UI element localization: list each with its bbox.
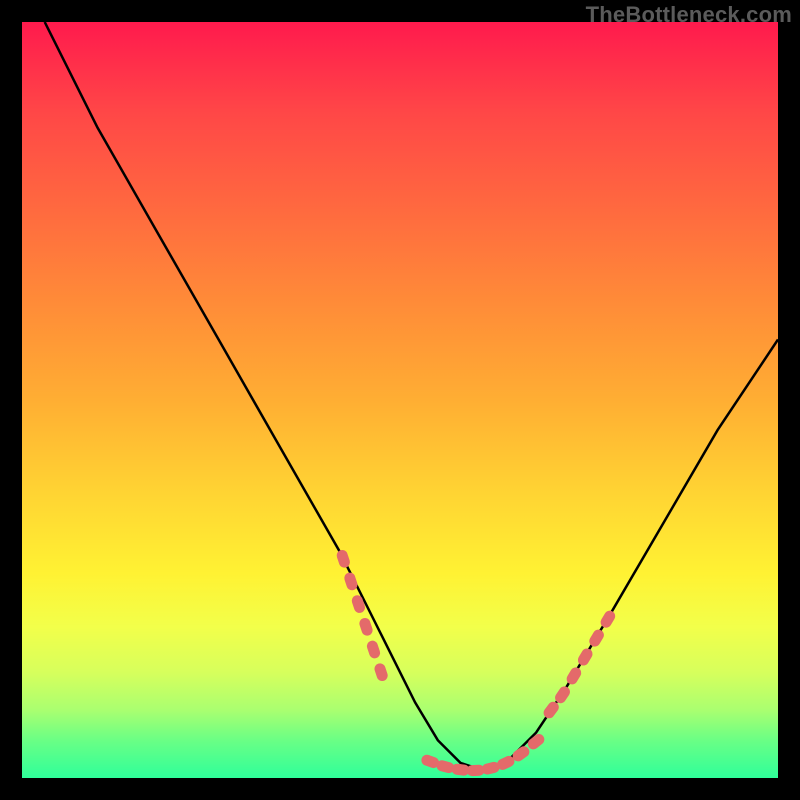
marker-capsule [350,594,366,615]
markers-left-cluster [335,549,389,683]
bottleneck-curve [45,22,778,770]
chart-plot-area [22,22,778,778]
marker-capsule [526,732,547,752]
marker-capsule [343,571,359,592]
marker-capsule [335,549,351,570]
watermark-text: TheBottleneck.com [586,2,792,28]
bottleneck-chart-svg [22,22,778,778]
marker-capsule [373,662,389,683]
markers-bottom-cluster [420,732,547,777]
marker-capsule [541,700,561,721]
marker-capsule [358,617,374,638]
marker-capsule [365,639,381,660]
